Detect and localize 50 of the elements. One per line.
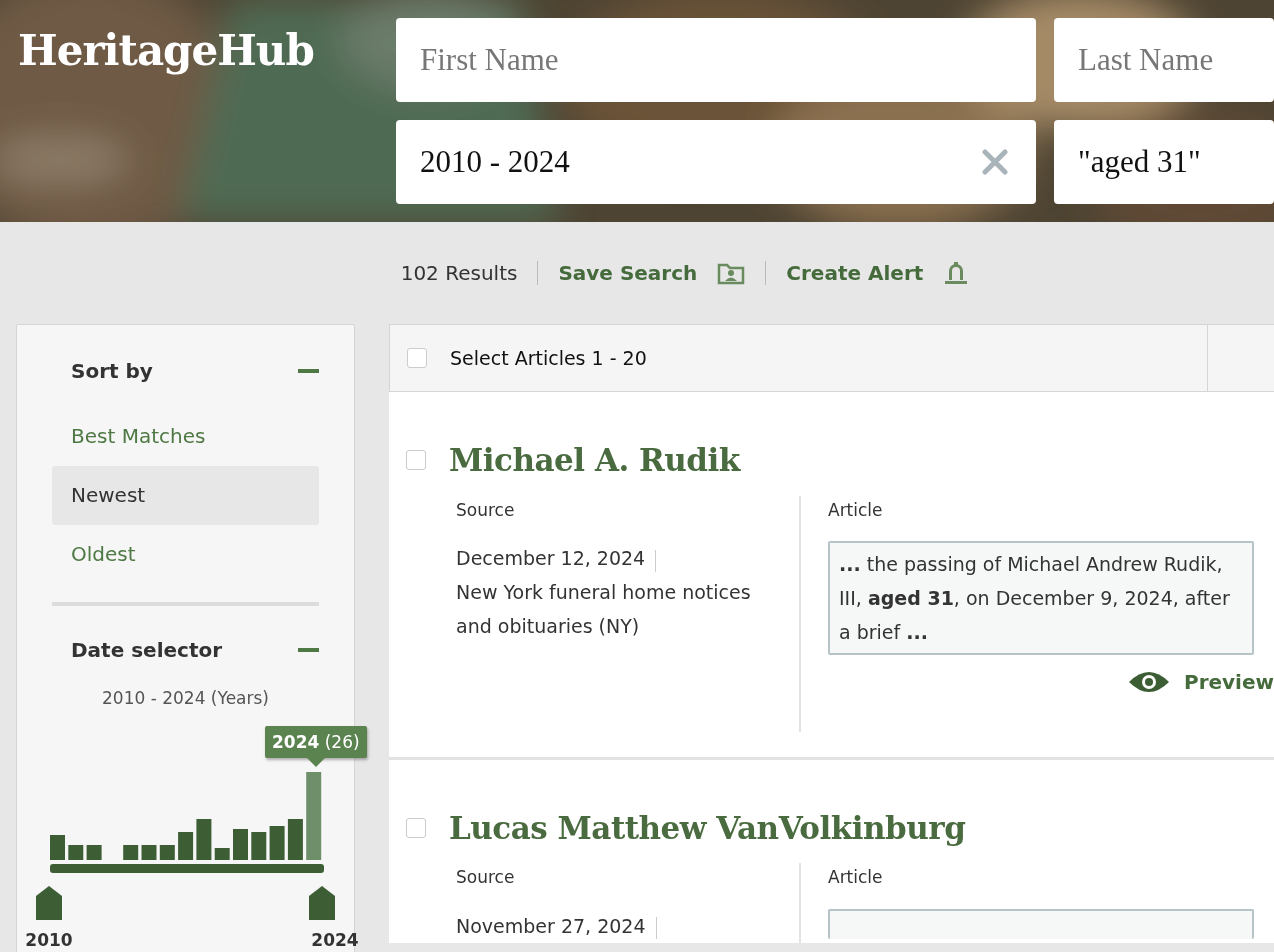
result-title[interactable]: Michael A. Rudik — [449, 437, 740, 484]
folder-person-icon[interactable] — [717, 261, 746, 285]
bell-icon[interactable] — [943, 260, 970, 286]
section-title: Sort by — [71, 358, 153, 385]
range-handle[interactable] — [36, 885, 62, 920]
range-handle[interactable] — [309, 885, 335, 920]
result-checkbox[interactable] — [406, 817, 426, 838]
range-label: 2010 - 2024 (Years) — [101, 687, 270, 710]
select-all-label: Select Articles 1 - 20 — [450, 345, 647, 371]
alert-link[interactable]: Create Alert — [786, 258, 924, 288]
range-end-label: 2010 — [25, 928, 73, 952]
histogram-bar[interactable] — [50, 834, 65, 860]
sort-option[interactable]: Oldest — [52, 525, 319, 584]
source-label: Source — [456, 866, 516, 889]
histogram-bar[interactable] — [214, 847, 230, 860]
select-all-checkbox[interactable] — [407, 348, 427, 368]
histogram-bar[interactable] — [269, 825, 285, 860]
tooltip-pointer — [307, 757, 325, 767]
result-count: 102 Results — [400, 260, 518, 287]
article-snippet: ... the passing of Michael Andrew Rudik, III, aged 31, on December 9, 2024, after a brief ... — [828, 541, 1254, 655]
site-logo[interactable]: HeritageHub — [18, 18, 396, 204]
histogram-bar[interactable] — [123, 844, 139, 860]
article-label: Article — [828, 866, 884, 889]
histogram-bar[interactable] — [233, 828, 248, 860]
publication-date: December 12, 2024 — [456, 546, 646, 571]
publication-date: November 27, 2024 — [456, 913, 646, 939]
sort-option[interactable]: Newest — [52, 466, 319, 525]
histogram-bar[interactable] — [141, 844, 157, 860]
histogram-bar[interactable] — [251, 831, 267, 860]
range-end-label: 2024 — [311, 928, 359, 952]
histogram-bar[interactable] — [86, 844, 102, 860]
search-field[interactable]: First Name — [396, 18, 1036, 102]
article-label: Article — [828, 498, 884, 522]
result-checkbox[interactable] — [406, 450, 426, 471]
histogram-bar[interactable] — [196, 818, 212, 860]
histogram-bar[interactable] — [159, 844, 175, 860]
histogram-bar[interactable] — [68, 844, 84, 860]
save-link[interactable]: Save Search — [558, 258, 698, 288]
search-field[interactable]: 2010 - 2024 — [396, 120, 1036, 204]
search-field[interactable]: "aged 31" — [1054, 120, 1274, 204]
source-label: Source — [456, 498, 516, 522]
result-title[interactable]: Lucas Matthew VanVolkinburg — [449, 804, 966, 851]
source-name: New York funeral home notices and obituaries (NY) — [456, 580, 752, 639]
section-title: Date selector — [71, 637, 223, 664]
histogram-bar[interactable] — [287, 818, 303, 860]
histogram-bar[interactable] — [178, 831, 194, 860]
year-tooltip: 2024 (26) — [265, 725, 367, 758]
sort-option[interactable]: Best Matches — [52, 407, 319, 466]
preview-link[interactable]: Preview — [1183, 667, 1274, 697]
search-field[interactable]: Last Name — [1054, 18, 1274, 102]
